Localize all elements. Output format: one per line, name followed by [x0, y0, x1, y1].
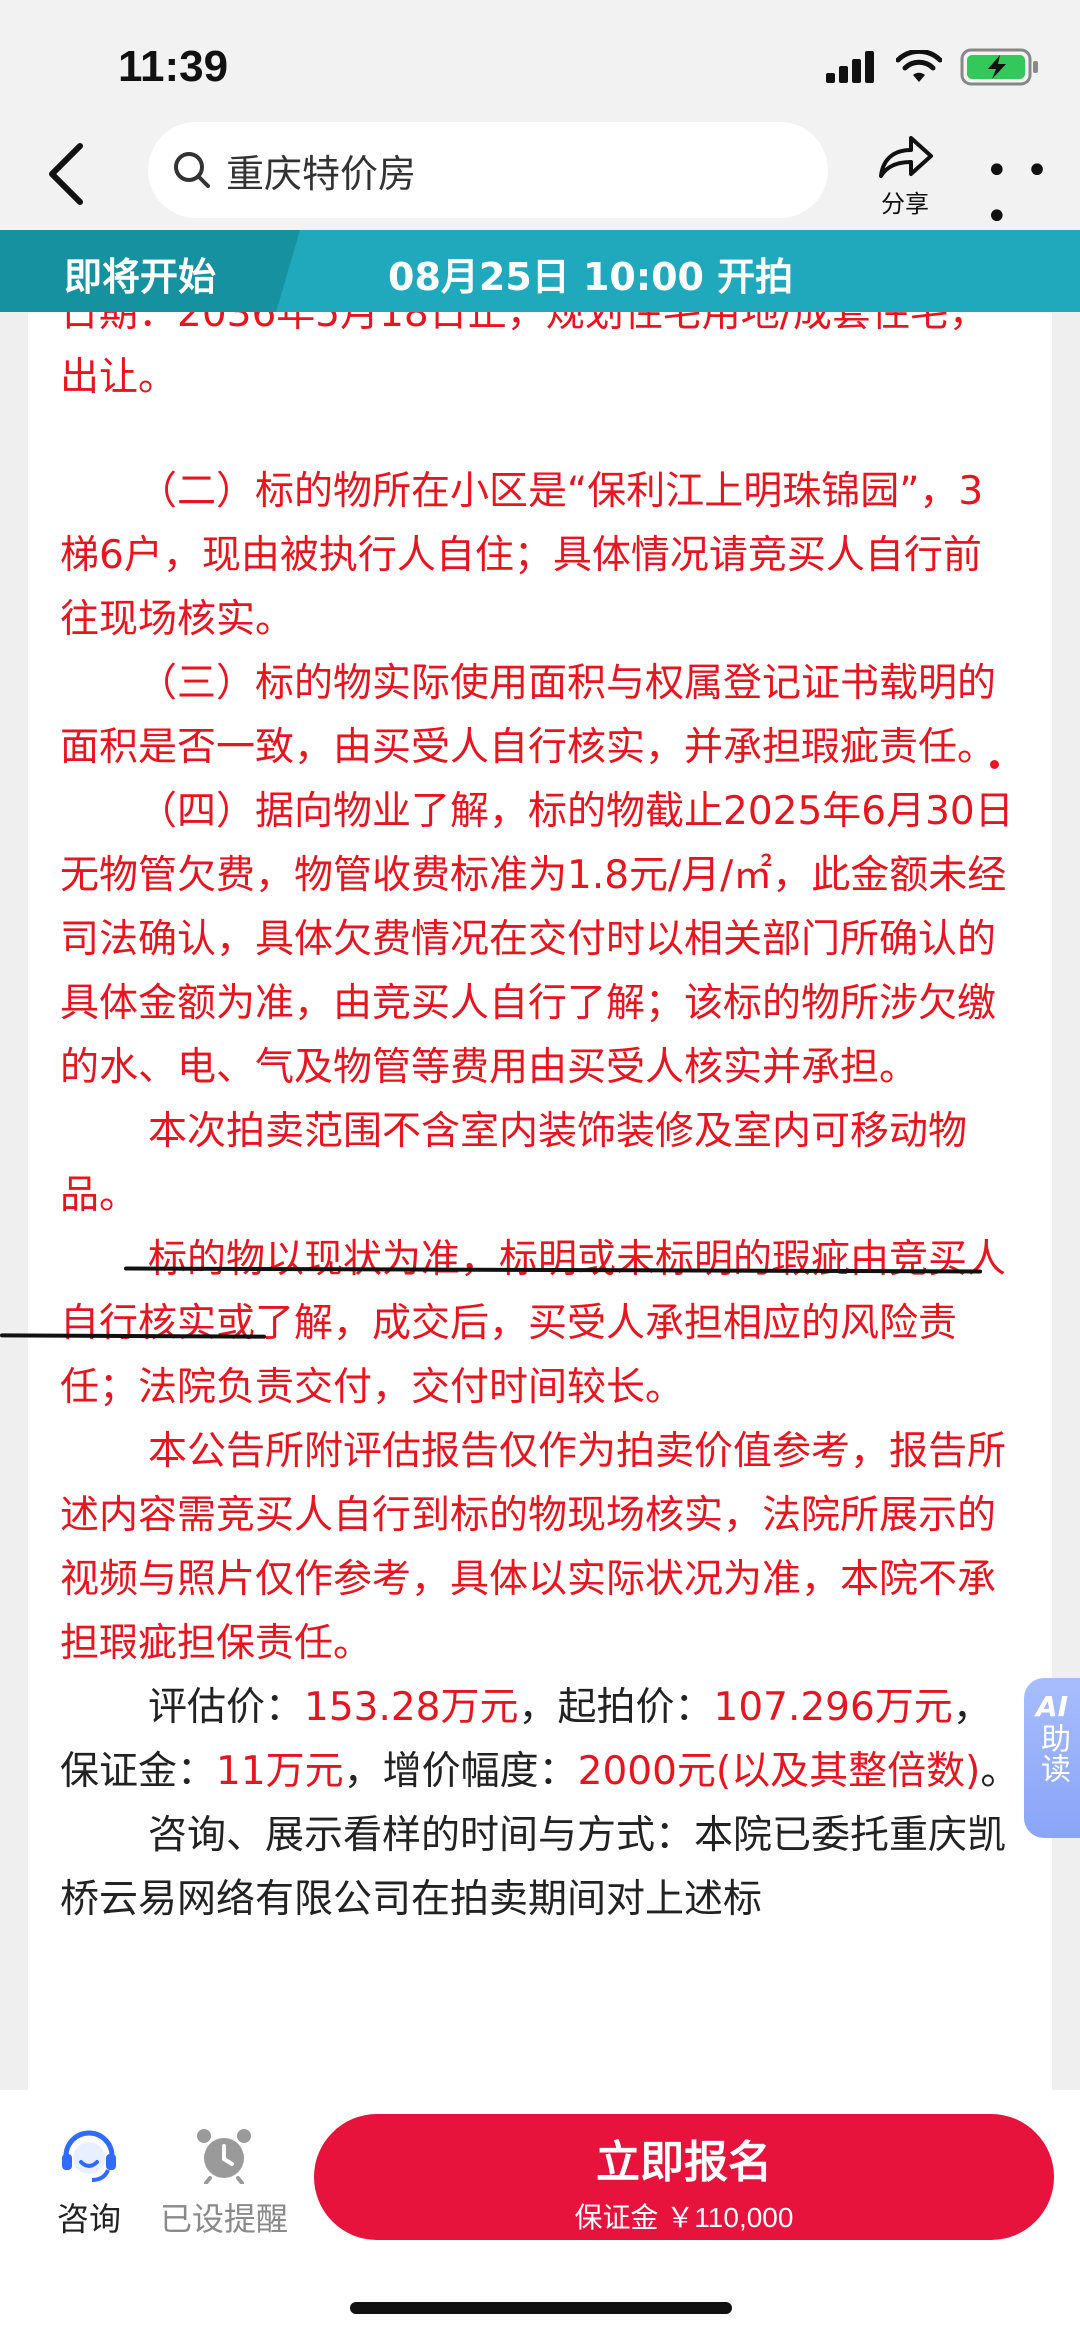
- appraisal-value: 153.28万元: [304, 1685, 519, 1730]
- navigation-bar: 重庆特价房 分享 • • •: [0, 118, 1080, 240]
- increment-label: ，增价幅度：: [343, 1749, 578, 1794]
- ai-label: AI: [1035, 1690, 1069, 1723]
- price-end: 。: [980, 1749, 1020, 1794]
- reminder-tab[interactable]: 已设提醒: [156, 2126, 292, 2240]
- cut-off-line: 日期：2036年5月18日止，规划住宅用地/成套住宅，出让。: [60, 312, 988, 400]
- share-button[interactable]: 分享: [870, 128, 940, 218]
- customer-service-icon: [62, 2130, 116, 2182]
- status-bar: 11:39: [0, 0, 1080, 120]
- paragraph-community: （二）标的物所在小区是“保利江上明珠锦园”，3梯6户，现由被执行人自住；具体情况…: [60, 469, 984, 642]
- search-text: 重庆特价房: [226, 151, 417, 196]
- auction-status: 即将开始: [64, 255, 217, 299]
- search-bar[interactable]: 重庆特价房: [148, 122, 828, 218]
- start-price-label: ，起拍价：: [518, 1685, 714, 1730]
- alarm-clock-icon: [197, 2129, 251, 2185]
- signup-button[interactable]: 立即报名 保证金 ￥110,000: [314, 2114, 1054, 2240]
- deposit-value: 11万元: [216, 1749, 344, 1794]
- consult-tab[interactable]: 咨询: [46, 2126, 132, 2240]
- paragraph-disclaimer: 本公告所附评估报告仅作为拍卖价值参考，报告所述内容需竞买人自行到标的物现场核实，…: [60, 1429, 1007, 1666]
- auction-status-banner: 即将开始 08月25日 10:00 开拍: [0, 230, 1080, 312]
- consult-label: 咨询: [56, 2200, 121, 2238]
- paragraph-consultation: 咨询、展示看样的时间与方式：本院已委托重庆凯桥云易网络有限公司在拍卖期间对上述标: [60, 1813, 1007, 1922]
- battery-charging-icon: [960, 48, 1038, 86]
- auction-start-time: 08月25日 10:00 开拍: [388, 255, 794, 299]
- bottom-action-bar: 咨询 已设提醒 立即报名 保证金 ￥110,000: [0, 2090, 1080, 2337]
- share-label: 分享: [881, 190, 929, 218]
- cellular-signal-icon: [826, 51, 874, 83]
- signup-deposit: 保证金 ￥110,000: [574, 2202, 794, 2233]
- back-icon[interactable]: [40, 138, 100, 210]
- more-options-icon[interactable]: • • •: [985, 148, 1080, 240]
- paragraph-scope: 本次拍卖范围不含室内装饰装修及室内可移动物品。: [60, 1109, 968, 1218]
- paragraph-property-fee: （四）据向物业了解，标的物截止2025年6月30日无物管欠费，物管收费标准为1.…: [60, 789, 1014, 1090]
- ai-assistant-label: 助读: [1035, 1723, 1070, 1783]
- appraisal-label: 评估价：: [148, 1685, 305, 1730]
- home-indicator: [350, 2302, 732, 2314]
- announcement-content[interactable]: 日期：2036年5月18日止，规划住宅用地/成套住宅，出让。 （二）标的物所在小…: [28, 312, 1052, 2090]
- reminder-label: 已设提醒: [159, 2200, 288, 2238]
- paragraph-area: （三）标的物实际使用面积与权属登记证书载明的面积是否一致，由买受人自行核实，并承…: [60, 661, 997, 770]
- increment-value: 2000元(以及其整倍数): [577, 1749, 981, 1794]
- signup-label: 立即报名: [596, 2137, 772, 2188]
- wifi-icon: [896, 50, 942, 82]
- paragraph-condition: 标的物以现状为准，标明或未标明的瑕疵由竞买人自行核实或了解，成交后，买受人承担相…: [60, 1237, 1007, 1410]
- paragraph-price: 评估价：153.28万元，起拍价：107.296万元，保证金：11万元，增价幅度…: [60, 1676, 1020, 1804]
- start-price-value: 107.296万元: [713, 1685, 953, 1730]
- status-time: 11:39: [118, 42, 229, 91]
- marker-dot: [990, 760, 999, 769]
- ai-reading-assistant-button[interactable]: AI 助读: [1024, 1678, 1080, 1838]
- share-icon: [879, 136, 933, 178]
- announcement-text: 日期：2036年5月18日止，规划住宅用地/成套住宅，出让。 （二）标的物所在小…: [60, 312, 1020, 1932]
- status-icons: [826, 48, 1040, 86]
- search-icon: [174, 152, 210, 188]
